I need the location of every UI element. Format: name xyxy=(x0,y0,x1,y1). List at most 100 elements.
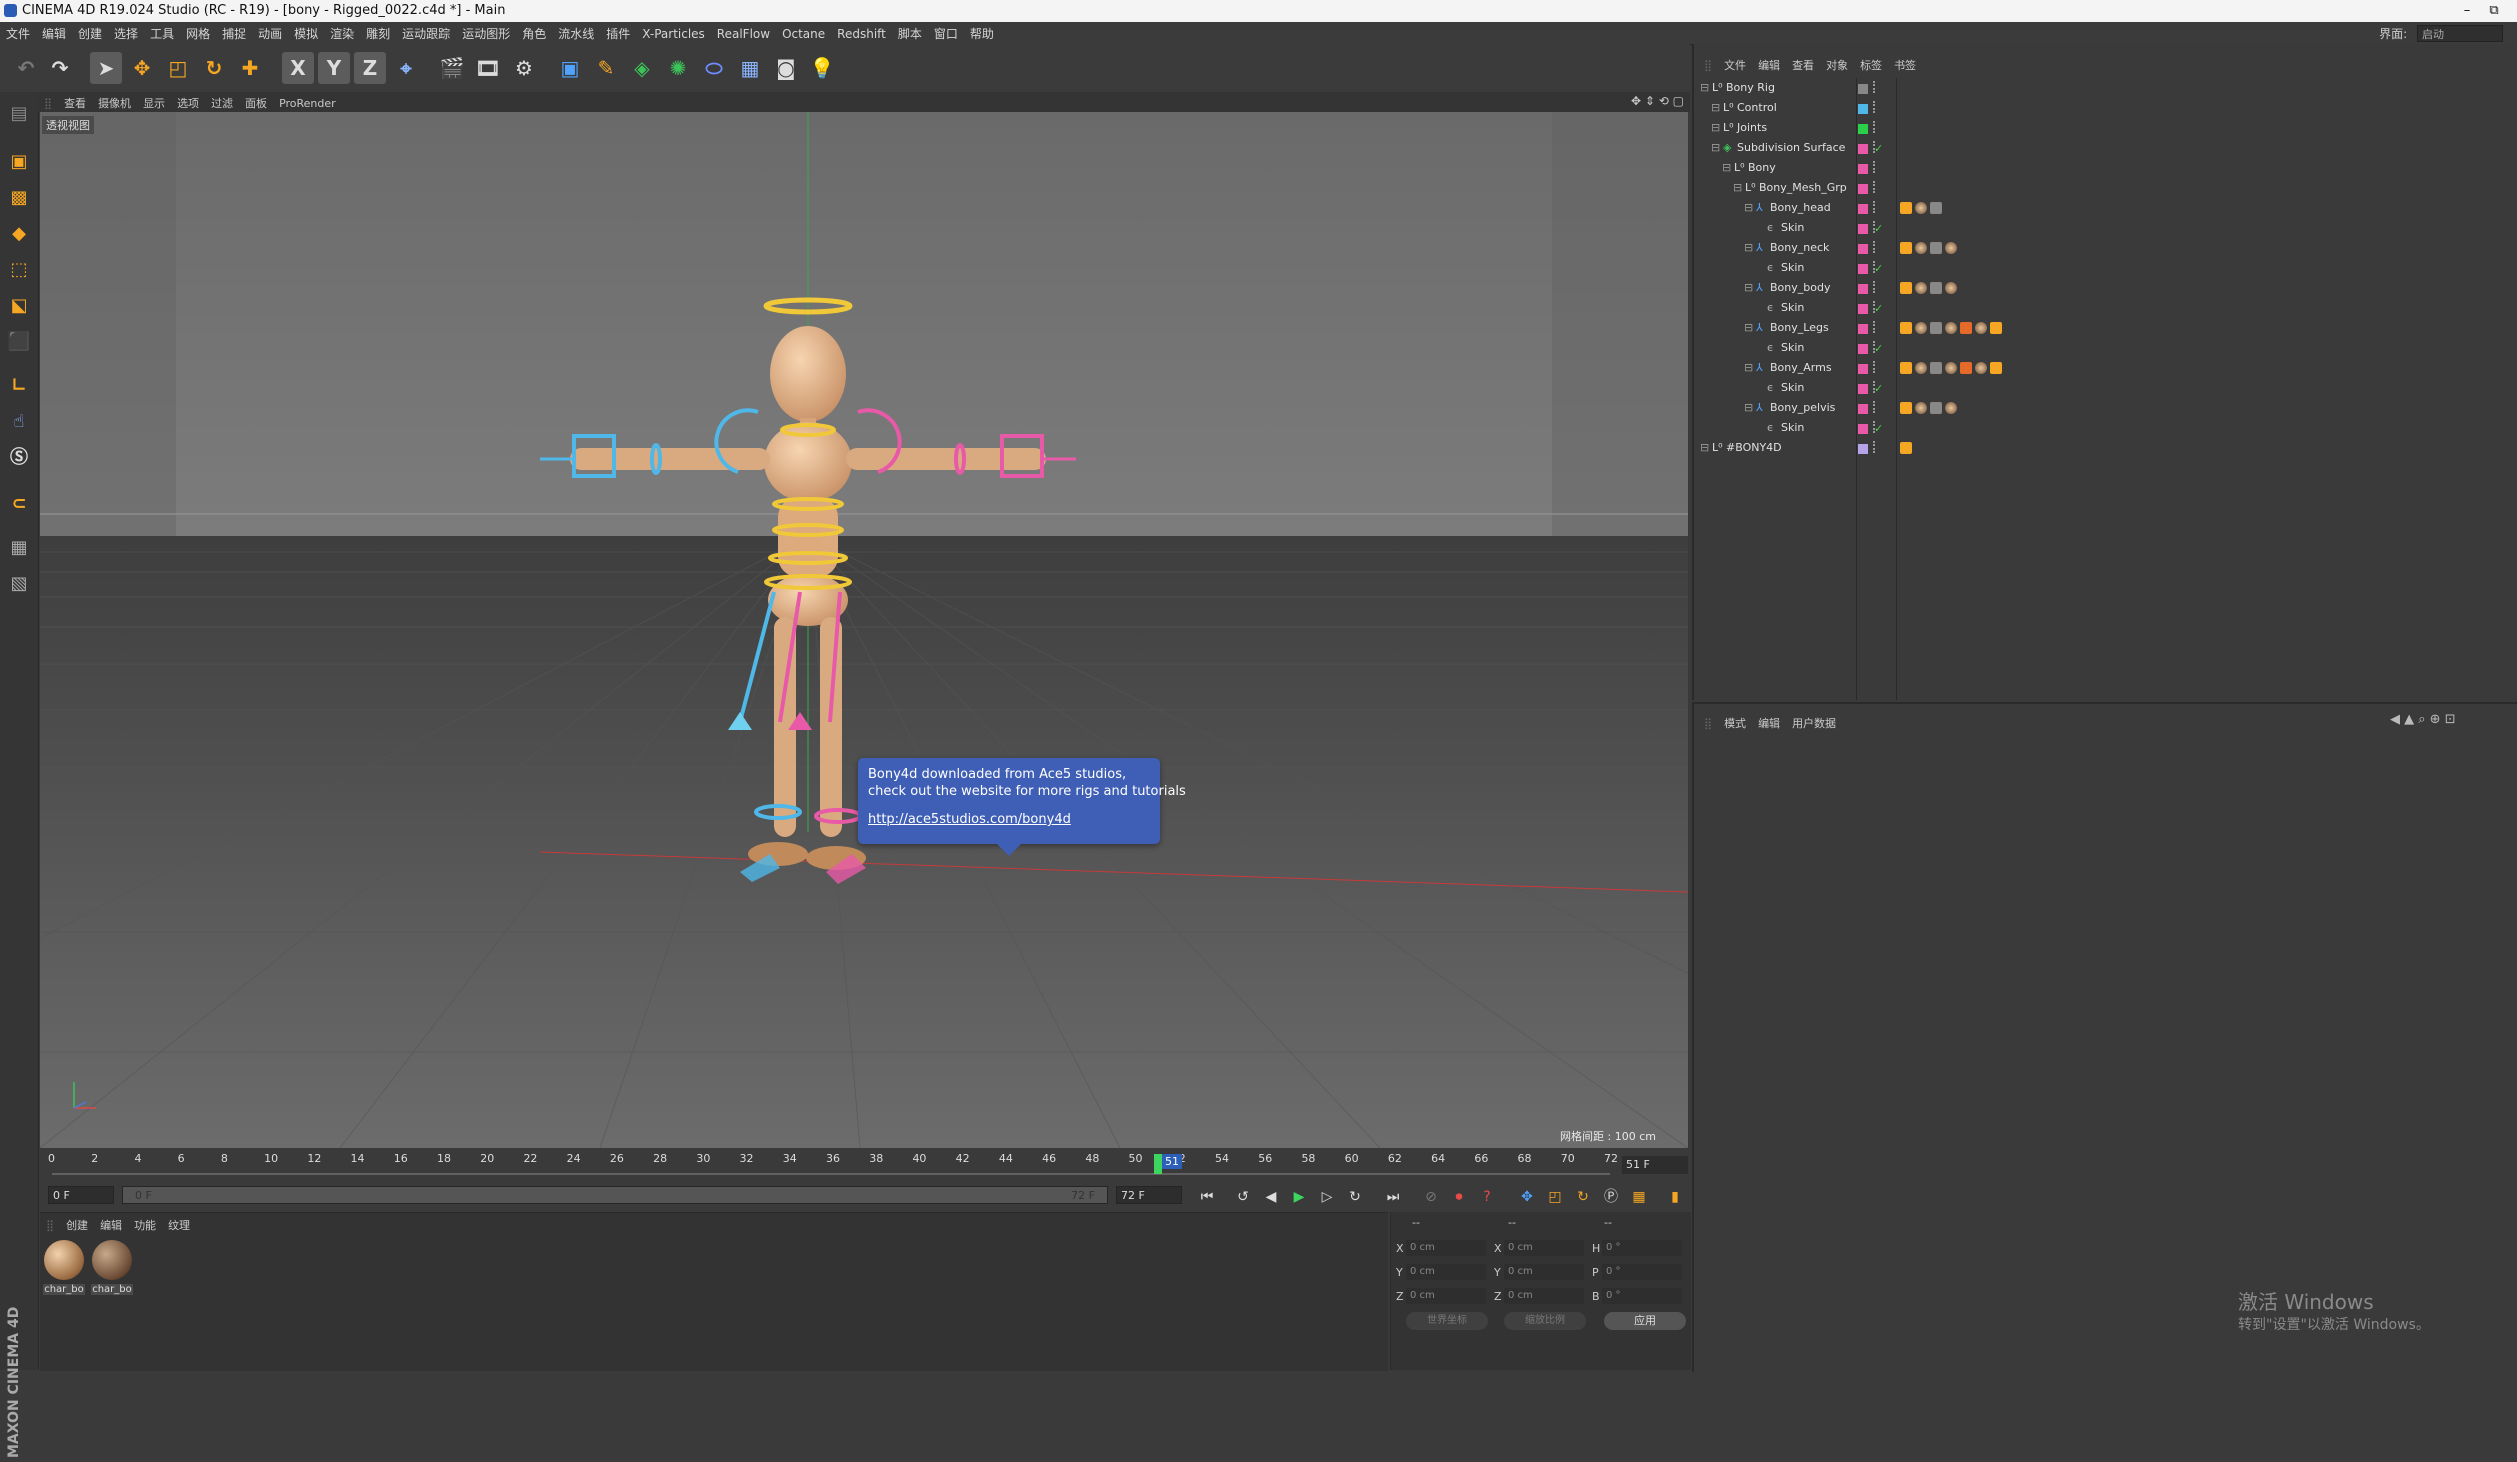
polygons-mode-icon[interactable]: ⬛ xyxy=(3,326,35,358)
menu-simulate[interactable]: 模拟 xyxy=(288,22,324,45)
play-icon[interactable]: ▶ xyxy=(1288,1186,1310,1208)
object-menu-file[interactable]: 文件 xyxy=(1718,54,1752,76)
end-frame-field[interactable]: 72 F xyxy=(1116,1186,1182,1204)
material-swatch[interactable] xyxy=(44,1240,84,1280)
weight-tag-icon[interactable] xyxy=(1990,362,2002,374)
weight-tag-icon[interactable] xyxy=(1900,362,1912,374)
position-z-field[interactable]: 0 cm xyxy=(1406,1288,1486,1304)
material-tag-icon[interactable] xyxy=(1930,242,1942,254)
subdivision-icon[interactable]: ◈ xyxy=(626,52,658,84)
object-menu-objects[interactable]: 对象 xyxy=(1820,54,1854,76)
viewport-menu-view[interactable]: 查看 xyxy=(58,92,92,114)
menu-mesh[interactable]: 网格 xyxy=(180,22,216,45)
menu-snap[interactable]: 捕捉 xyxy=(216,22,252,45)
add-icon[interactable]: ✚ xyxy=(234,52,266,84)
object-row[interactable]: ⊟ L⁰ Bony xyxy=(1698,158,2517,178)
object-row[interactable]: ⊟ L⁰ Joints xyxy=(1698,118,2517,138)
ik-tag-icon[interactable] xyxy=(1945,322,1957,334)
object-menu-bookmarks[interactable]: 书签 xyxy=(1888,54,1922,76)
floor-icon[interactable]: ▦ xyxy=(734,52,766,84)
menu-create[interactable]: 创建 xyxy=(72,22,108,45)
object-row[interactable]: ϵ Skin ✓ xyxy=(1698,218,2517,238)
visibility-dots-icon[interactable] xyxy=(1873,161,1878,173)
motion-record-icon[interactable]: ⊘ xyxy=(1420,1186,1442,1208)
material-menu-create[interactable]: 创建 xyxy=(60,1214,94,1236)
menu-redshift[interactable]: Redshift xyxy=(831,24,892,44)
menu-animate[interactable]: 动画 xyxy=(252,22,288,45)
key-position-icon[interactable]: ✥ xyxy=(1516,1186,1538,1208)
expand-toggle-icon[interactable]: ⊟ xyxy=(1711,118,1720,138)
render-settings-icon[interactable]: ⚙ xyxy=(508,52,540,84)
key-rotation-icon[interactable]: ↻ xyxy=(1572,1186,1594,1208)
expand-toggle-icon[interactable]: ⊟ xyxy=(1711,98,1720,118)
expand-toggle-icon[interactable]: ⊟ xyxy=(1744,278,1753,298)
timeline-ruler[interactable]: 0 2 4 6 8 10 12 14 16 18 20 22 24 26 28 30 32 34 36 38 40 42 4… xyxy=(40,1150,1620,1178)
layer-color-swatch[interactable] xyxy=(1858,204,1868,214)
visibility-dots-icon[interactable] xyxy=(1873,201,1878,213)
enabled-check-icon[interactable]: ✓ xyxy=(1874,299,1883,319)
object-row[interactable]: ⊟ L⁰ Bony Rig xyxy=(1698,78,2517,98)
object-row[interactable]: ⊟ L⁰ Bony_Mesh_Grp xyxy=(1698,178,2517,198)
autokeying-icon[interactable]: ? xyxy=(1476,1186,1498,1208)
key-pla-icon[interactable]: ▦ xyxy=(1628,1186,1650,1208)
object-row[interactable]: ⊟ ⅄ Bony_Arms xyxy=(1698,358,2517,378)
visibility-dots-icon[interactable] xyxy=(1873,441,1878,453)
menu-xparticles[interactable]: X-Particles xyxy=(636,24,711,44)
scale-icon[interactable]: ◰ xyxy=(162,52,194,84)
size-mode-dropdown[interactable]: 缩放比例 xyxy=(1504,1312,1586,1330)
size-z-field[interactable]: 0 cm xyxy=(1504,1288,1584,1304)
menu-tools[interactable]: 工具 xyxy=(144,22,180,45)
layer-color-swatch[interactable] xyxy=(1858,104,1868,114)
render-picture-viewer-icon[interactable]: 🎞 xyxy=(472,52,504,84)
previous-frame-icon[interactable]: ◀ xyxy=(1260,1186,1282,1208)
visibility-dots-icon[interactable] xyxy=(1873,81,1878,93)
material-tag-icon[interactable] xyxy=(1930,202,1942,214)
menu-pipeline[interactable]: 流水线 xyxy=(552,22,600,45)
weight-tag-icon[interactable] xyxy=(1900,282,1912,294)
attribute-menu-mode[interactable]: 模式 xyxy=(1718,712,1752,734)
cube-icon[interactable]: ▣ xyxy=(554,52,586,84)
layer-color-swatch[interactable] xyxy=(1858,284,1868,294)
solo-icon[interactable]: Ⓢ xyxy=(3,442,35,474)
attribute-menu-user-data[interactable]: 用户数据 xyxy=(1786,712,1842,734)
enabled-check-icon[interactable]: ✓ xyxy=(1874,219,1883,239)
layer-color-swatch[interactable] xyxy=(1858,384,1868,394)
visibility-dots-icon[interactable] xyxy=(1873,121,1878,133)
object-row[interactable]: ϵ Skin ✓ xyxy=(1698,378,2517,398)
tweak-mode-icon[interactable]: ☝ xyxy=(3,406,35,438)
material-tag-icon[interactable] xyxy=(1930,362,1942,374)
object-row[interactable]: ⊟ ⅄ Bony_Legs xyxy=(1698,318,2517,338)
object-menu-edit[interactable]: 编辑 xyxy=(1752,54,1786,76)
position-y-field[interactable]: 0 cm xyxy=(1406,1264,1486,1280)
menu-file[interactable]: 文件 xyxy=(0,22,36,45)
menu-character[interactable]: 角色 xyxy=(516,22,552,45)
model-mode-icon[interactable]: ▣ xyxy=(3,146,35,178)
layer-color-swatch[interactable] xyxy=(1858,304,1868,314)
menu-motion-tracking[interactable]: 运动跟踪 xyxy=(396,22,456,45)
ik-tag-icon[interactable] xyxy=(1945,242,1957,254)
expand-toggle-icon[interactable]: ⊟ xyxy=(1733,178,1742,198)
deformer-icon[interactable]: ⬭ xyxy=(698,52,730,84)
viewport-menu-prorender[interactable]: ProRender xyxy=(273,94,342,113)
size-x-field[interactable]: 0 cm xyxy=(1504,1240,1584,1256)
weight-tag-icon[interactable] xyxy=(1900,442,1912,454)
maximize-button[interactable]: ⧉ xyxy=(2471,0,2517,22)
menu-octane[interactable]: Octane xyxy=(776,24,831,44)
key-parameter-icon[interactable]: Ⓟ xyxy=(1600,1186,1622,1208)
layer-color-swatch[interactable] xyxy=(1858,84,1868,94)
attribute-nav-icons[interactable]: ◀ ▲ ⌕ ⊕ ⊡ xyxy=(2390,712,2456,727)
key-scale-icon[interactable]: ◰ xyxy=(1544,1186,1566,1208)
visibility-dots-icon[interactable] xyxy=(1873,101,1878,113)
expand-toggle-icon[interactable]: ⊟ xyxy=(1722,158,1731,178)
select-arrow-icon[interactable]: ➤ xyxy=(90,52,122,84)
current-frame-field[interactable]: 51 F xyxy=(1622,1156,1688,1174)
menu-realflow[interactable]: RealFlow xyxy=(711,24,776,44)
start-frame-field[interactable]: 0 F xyxy=(48,1186,114,1204)
material-tag-icon[interactable] xyxy=(1915,282,1927,294)
menu-edit[interactable]: 编辑 xyxy=(36,22,72,45)
expand-toggle-icon[interactable]: ⊟ xyxy=(1700,438,1709,458)
expand-toggle-icon[interactable]: ⊟ xyxy=(1744,198,1753,218)
material-tag-icon[interactable] xyxy=(1915,362,1927,374)
object-menu-view[interactable]: 查看 xyxy=(1786,54,1820,76)
object-row[interactable]: ⊟ ◈ Subdivision Surface ✓ xyxy=(1698,138,2517,158)
